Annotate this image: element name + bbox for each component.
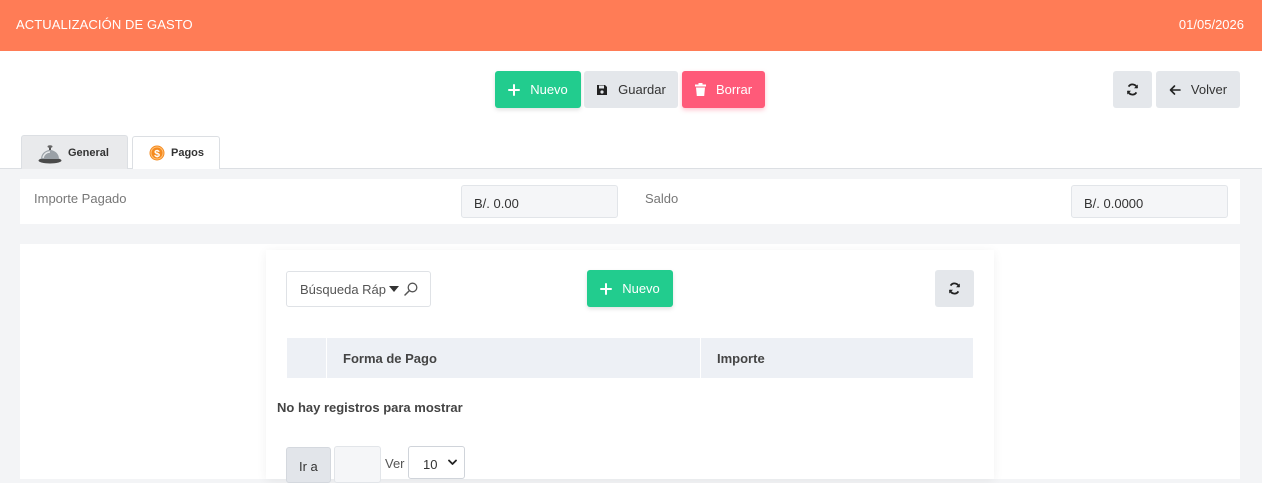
page-header: ACTUALIZACIÓN DE GASTO 01/05/2026 [0, 0, 1262, 51]
importe-pagado-label: Importe Pagado [34, 191, 127, 206]
caret-down-icon[interactable] [389, 286, 399, 293]
floppy-disk-icon [596, 84, 608, 96]
page-title: ACTUALIZACIÓN DE GASTO [16, 17, 193, 32]
refresh-button[interactable] [1113, 71, 1152, 108]
summary-fields: Importe Pagado Saldo [20, 179, 1240, 224]
goto-page-button[interactable]: Ir a [286, 447, 331, 483]
importe-pagado-field[interactable]: B/. 0.00 [461, 185, 618, 218]
tab-pagos-label: Pagos [171, 147, 205, 159]
column-importe[interactable]: Importe [701, 338, 973, 378]
payments-table-header: Forma de Pago Importe [287, 338, 973, 378]
trash-icon [694, 83, 706, 96]
new-button-label: Nuevo [530, 82, 568, 97]
tab-general[interactable]: General [21, 135, 128, 169]
empty-table-message: No hay registros para mostrar [277, 400, 463, 415]
refresh-icon [948, 282, 961, 295]
new-button[interactable]: Nuevo [495, 71, 581, 108]
arrow-left-icon [1169, 84, 1181, 96]
goto-page-input[interactable] [334, 446, 381, 483]
bell-icon [38, 142, 62, 164]
save-button-label: Guardar [618, 82, 666, 97]
tab-pagos[interactable]: $ Pagos [132, 136, 220, 169]
plus-icon [600, 282, 613, 295]
saldo-field[interactable]: B/. 0.0000 [1071, 185, 1228, 218]
refresh-payments-button[interactable] [935, 270, 974, 307]
delete-button[interactable]: Borrar [682, 71, 765, 108]
refresh-icon [1126, 83, 1139, 96]
page-size-select[interactable]: 10 [408, 446, 465, 479]
page-size-label: Ver [385, 456, 405, 471]
chevron-down-icon [448, 458, 457, 467]
add-payment-button[interactable]: Nuevo [587, 270, 673, 307]
page-size-value: 10 [423, 457, 438, 472]
saldo-label: Saldo [645, 191, 679, 206]
add-payment-label: Nuevo [622, 281, 660, 296]
delete-button-label: Borrar [715, 82, 753, 97]
back-button-label: Volver [1190, 82, 1228, 97]
search-icon[interactable] [404, 282, 418, 296]
dollar-coin-icon: $ [149, 145, 165, 161]
tab-general-label: General [68, 146, 109, 159]
quick-search-input[interactable]: Búsqueda Ráp [286, 271, 431, 307]
header-date: 01/05/2026 [1178, 17, 1244, 32]
svg-text:$: $ [154, 148, 160, 160]
save-button[interactable]: Guardar [584, 71, 678, 108]
quick-search-placeholder: Búsqueda Ráp [300, 281, 387, 297]
select-column-header[interactable] [287, 338, 327, 378]
plus-icon [508, 83, 521, 96]
back-button[interactable]: Volver [1156, 71, 1240, 108]
column-forma-de-pago[interactable]: Forma de Pago [327, 338, 701, 378]
